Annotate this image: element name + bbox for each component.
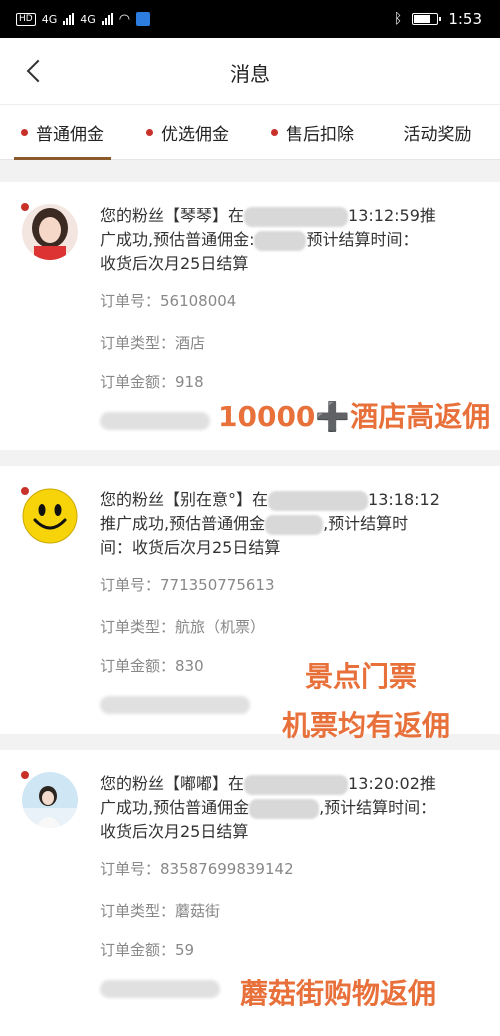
tab-label: 普通佣金 — [36, 124, 104, 145]
page-title: 消息 — [230, 62, 270, 86]
tab-regular-commission[interactable]: 普通佣金 — [0, 105, 125, 160]
order-amount: 订单金额：918 — [100, 373, 204, 391]
signal-icon — [63, 13, 75, 25]
tab-label: 售后扣除 — [286, 124, 354, 145]
network-4g-label: 4G — [41, 12, 58, 26]
redacted-line — [100, 980, 220, 998]
order-amount: 订单金额：59 — [100, 941, 195, 959]
tab-activity-reward[interactable]: 活动奖励 — [375, 105, 500, 159]
unread-dot-icon — [21, 128, 28, 136]
redacted-date — [244, 774, 349, 795]
order-type: 订单类型：蘑菇街 — [100, 902, 221, 920]
order-number: 订单号：83587699839142 — [100, 860, 294, 878]
tab-bar: 普通佣金 优选佣金 售后扣除 活动奖励 — [0, 104, 500, 160]
promo-overlay-text: 蘑菇街购物返佣 — [240, 977, 437, 1010]
order-amount: 订单金额：830 — [100, 657, 204, 675]
redacted-amount — [249, 798, 320, 819]
order-number: 订单号：771350775613 — [100, 576, 275, 594]
avatar — [22, 204, 78, 260]
redacted-date — [244, 206, 349, 227]
unread-dot-icon — [146, 128, 153, 136]
message-text: 您的粉丝【嘟嘟】在 13:20:02推 广成功,预估普通佣金 ,预计结算时间： 收货… — [100, 774, 437, 841]
promo-overlay-text: 景点门票 — [305, 660, 418, 693]
status-bar: HD 4G 4G ◠ ᛒ 1:53 — [0, 0, 500, 38]
redacted-date — [268, 490, 369, 511]
message-card[interactable]: 您的粉丝【琴琴】在 13:12:59推 广成功,预估普通佣金: 预计结算时间： 收货… — [0, 182, 500, 450]
message-text: 您的粉丝【琴琴】在 13:12:59推 广成功,预估普通佣金: 预计结算时间： 收货… — [100, 206, 436, 273]
signal-icon-2 — [101, 13, 113, 25]
unread-dot-icon — [20, 202, 30, 212]
status-right: ᛒ 1:53 — [394, 10, 482, 28]
battery-icon — [412, 13, 442, 25]
unread-dot-icon — [20, 770, 30, 780]
status-left: HD 4G 4G ◠ — [16, 11, 151, 27]
unread-dot-icon — [271, 128, 278, 136]
hd-badge: HD — [16, 12, 36, 26]
avatar — [22, 488, 78, 544]
app-notification-icon — [136, 12, 151, 26]
redacted-line — [100, 412, 210, 430]
unread-dot-icon — [20, 486, 30, 496]
order-type: 订单类型：酒店 — [100, 334, 206, 352]
redacted-amount — [265, 514, 324, 535]
redacted-line — [100, 696, 250, 714]
order-type: 订单类型：航旅（机票） — [100, 618, 266, 636]
message-card[interactable]: 您的粉丝【嘟嘟】在 13:20:02推 广成功,预估普通佣金 ,预计结算时间： 收货… — [0, 750, 500, 1036]
tab-label: 优选佣金 — [161, 124, 229, 145]
tab-label: 活动奖励 — [403, 124, 472, 145]
redacted-amount — [254, 230, 307, 251]
promo-overlay-text: 机票均有返佣 — [282, 709, 451, 742]
avatar — [22, 772, 78, 828]
wifi-icon: ◠ — [118, 11, 131, 27]
nav-header: 消息 — [0, 38, 500, 104]
network-4g-label-2: 4G — [80, 12, 96, 26]
promo-overlay-text: 10000➕酒店高返佣 — [218, 400, 491, 433]
message-card[interactable]: 您的粉丝【别在意°】在 13:18:12 推广成功,预估普通佣金 ,预计结算时 间：… — [0, 466, 500, 742]
tab-aftersale-deduction[interactable]: 售后扣除 — [250, 105, 375, 159]
bluetooth-icon: ᛒ — [393, 11, 403, 27]
message-text: 您的粉丝【别在意°】在 13:18:12 推广成功,预估普通佣金 ,预计结算时 间：… — [100, 490, 440, 557]
clock: 1:53 — [448, 10, 482, 28]
order-number: 订单号：56108004 — [100, 292, 237, 310]
tab-preferred-commission[interactable]: 优选佣金 — [125, 105, 250, 159]
